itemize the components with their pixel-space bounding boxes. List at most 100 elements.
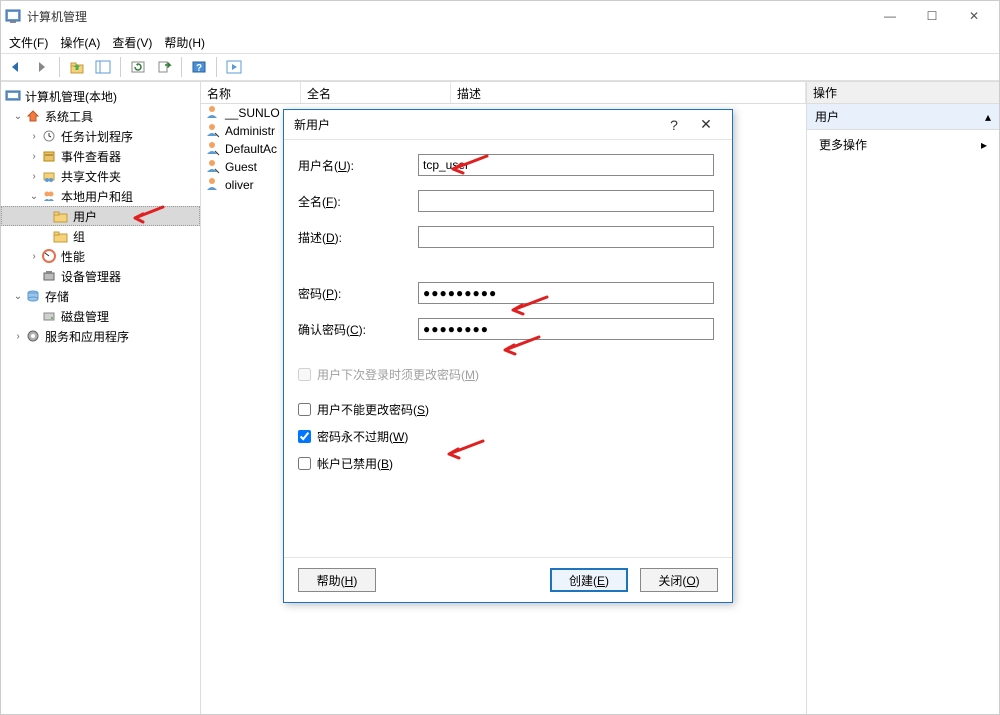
checkbox-must-change	[298, 368, 311, 381]
user-icon	[205, 176, 221, 195]
username-label: 用户名(U):	[298, 157, 418, 174]
tree-shared-folders[interactable]: › 共享文件夹	[1, 166, 200, 186]
toolbar-showhide-icon[interactable]	[92, 56, 114, 78]
toolbar-play-icon[interactable]	[223, 56, 245, 78]
device-icon	[41, 269, 57, 283]
dialog-close-button[interactable]: ✕	[690, 113, 722, 137]
help-button[interactable]: 帮助(H)	[298, 568, 376, 592]
new-user-dialog: 新用户 ? ✕ 用户名(U): 全名(F): 描述(D): 密码(P):	[283, 109, 733, 603]
services-icon	[25, 329, 41, 343]
password-label: 密码(P):	[298, 285, 418, 302]
tree-storage[interactable]: ⌄ 存储	[1, 286, 200, 306]
tree-users[interactable]: 用户	[1, 206, 200, 226]
disk-icon	[41, 309, 57, 323]
col-fullname[interactable]: 全名	[301, 82, 451, 103]
menu-file[interactable]: 文件(F)	[9, 34, 48, 51]
password-input[interactable]	[418, 282, 714, 304]
chevron-down-icon[interactable]: ⌄	[11, 111, 25, 122]
user-icon	[205, 140, 221, 159]
app-icon	[5, 8, 21, 24]
window-title: 计算机管理	[27, 8, 87, 25]
menu-help[interactable]: 帮助(H)	[164, 34, 205, 51]
performance-icon	[41, 249, 57, 263]
tree-device-manager[interactable]: 设备管理器	[1, 266, 200, 286]
col-desc[interactable]: 描述	[451, 82, 806, 103]
tree-event-viewer[interactable]: › 事件查看器	[1, 146, 200, 166]
chevron-right-icon[interactable]: ›	[27, 171, 41, 182]
description-label: 描述(D):	[298, 229, 418, 246]
user-icon	[205, 122, 221, 141]
chk-cannot-change[interactable]: 用户不能更改密码(S)	[298, 401, 714, 418]
chevron-down-icon[interactable]: ⌄	[11, 291, 25, 302]
checkbox-never-expire[interactable]	[298, 430, 311, 443]
tree-task-scheduler[interactable]: › 任务计划程序	[1, 126, 200, 146]
chk-never-expire[interactable]: 密码永不过期(W)	[298, 428, 714, 445]
folder-icon	[53, 209, 69, 223]
dialog-help-button[interactable]: ?	[658, 113, 690, 137]
tree-pane[interactable]: 计算机管理(本地) ⌄ 系统工具 › 任务计划程序 › 事件查看器 › 共享文件…	[1, 82, 201, 714]
dialog-title: 新用户	[294, 116, 330, 133]
tree-disk-management[interactable]: 磁盘管理	[1, 306, 200, 326]
storage-icon	[25, 289, 41, 303]
shared-icon	[41, 169, 57, 183]
toolbar-help-icon[interactable]: ?	[188, 56, 210, 78]
tools-icon	[25, 109, 41, 123]
tree-root[interactable]: 计算机管理(本地)	[1, 86, 200, 106]
chevron-right-icon: ▸	[981, 138, 987, 152]
list-header: 名称 全名 描述	[201, 82, 806, 104]
username-input[interactable]	[418, 154, 714, 176]
chevron-right-icon[interactable]: ›	[27, 151, 41, 162]
chevron-down-icon[interactable]: ⌄	[27, 191, 41, 202]
tree-local-users[interactable]: ⌄ 本地用户和组	[1, 186, 200, 206]
chevron-right-icon[interactable]: ›	[27, 131, 41, 142]
description-input[interactable]	[418, 226, 714, 248]
tree-groups[interactable]: 组	[1, 226, 200, 246]
menubar: 文件(F) 操作(A) 查看(V) 帮助(H)	[1, 31, 999, 53]
chevron-right-icon[interactable]: ›	[27, 251, 41, 262]
toolbar: ?	[1, 53, 999, 81]
actions-sub-users[interactable]: 用户 ▴	[807, 104, 999, 130]
fullname-label: 全名(F):	[298, 193, 418, 210]
menu-action[interactable]: 操作(A)	[60, 34, 100, 51]
col-name[interactable]: 名称	[201, 82, 301, 103]
minimize-button[interactable]: —	[869, 2, 911, 30]
tree-performance[interactable]: › 性能	[1, 246, 200, 266]
chk-disabled[interactable]: 帐户已禁用(B)	[298, 455, 714, 472]
confirm-password-label: 确认密码(C):	[298, 321, 418, 338]
toolbar-forward-icon[interactable]	[31, 56, 53, 78]
close-dialog-button[interactable]: 关闭(O)	[640, 568, 718, 592]
toolbar-export-icon[interactable]	[153, 56, 175, 78]
main-window: 计算机管理 — ☐ ✕ 文件(F) 操作(A) 查看(V) 帮助(H) ? 计算…	[0, 0, 1000, 715]
actions-pane: 操作 用户 ▴ 更多操作 ▸	[807, 82, 999, 714]
actions-more[interactable]: 更多操作 ▸	[807, 130, 999, 159]
event-icon	[41, 149, 57, 163]
menu-view[interactable]: 查看(V)	[112, 34, 152, 51]
tree-services-apps[interactable]: › 服务和应用程序	[1, 326, 200, 346]
chk-must-change: 用户下次登录时须更改密码(M)	[298, 366, 714, 383]
computer-icon	[5, 89, 21, 103]
toolbar-refresh-icon[interactable]	[127, 56, 149, 78]
dialog-buttons: 帮助(H) 创建(E) 关闭(O)	[284, 557, 732, 602]
toolbar-back-icon[interactable]	[5, 56, 27, 78]
actions-header: 操作	[807, 82, 999, 104]
close-button[interactable]: ✕	[953, 2, 995, 30]
maximize-button[interactable]: ☐	[911, 2, 953, 30]
users-icon	[41, 189, 57, 203]
clock-icon	[41, 129, 57, 143]
confirm-password-input[interactable]	[418, 318, 714, 340]
tree-system-tools[interactable]: ⌄ 系统工具	[1, 106, 200, 126]
user-icon	[205, 158, 221, 177]
checkbox-account-disabled[interactable]	[298, 457, 311, 470]
svg-text:?: ?	[196, 63, 202, 74]
checkbox-cannot-change[interactable]	[298, 403, 311, 416]
user-icon	[205, 104, 221, 123]
dialog-body: 用户名(U): 全名(F): 描述(D): 密码(P): 确认密码(C):	[284, 140, 732, 557]
fullname-input[interactable]	[418, 190, 714, 212]
toolbar-up-icon[interactable]	[66, 56, 88, 78]
folder-icon	[53, 229, 69, 243]
titlebar: 计算机管理 — ☐ ✕	[1, 1, 999, 31]
create-button[interactable]: 创建(E)	[550, 568, 628, 592]
chevron-right-icon[interactable]: ›	[11, 331, 25, 342]
dialog-titlebar: 新用户 ? ✕	[284, 110, 732, 140]
chevron-up-icon: ▴	[985, 110, 991, 124]
